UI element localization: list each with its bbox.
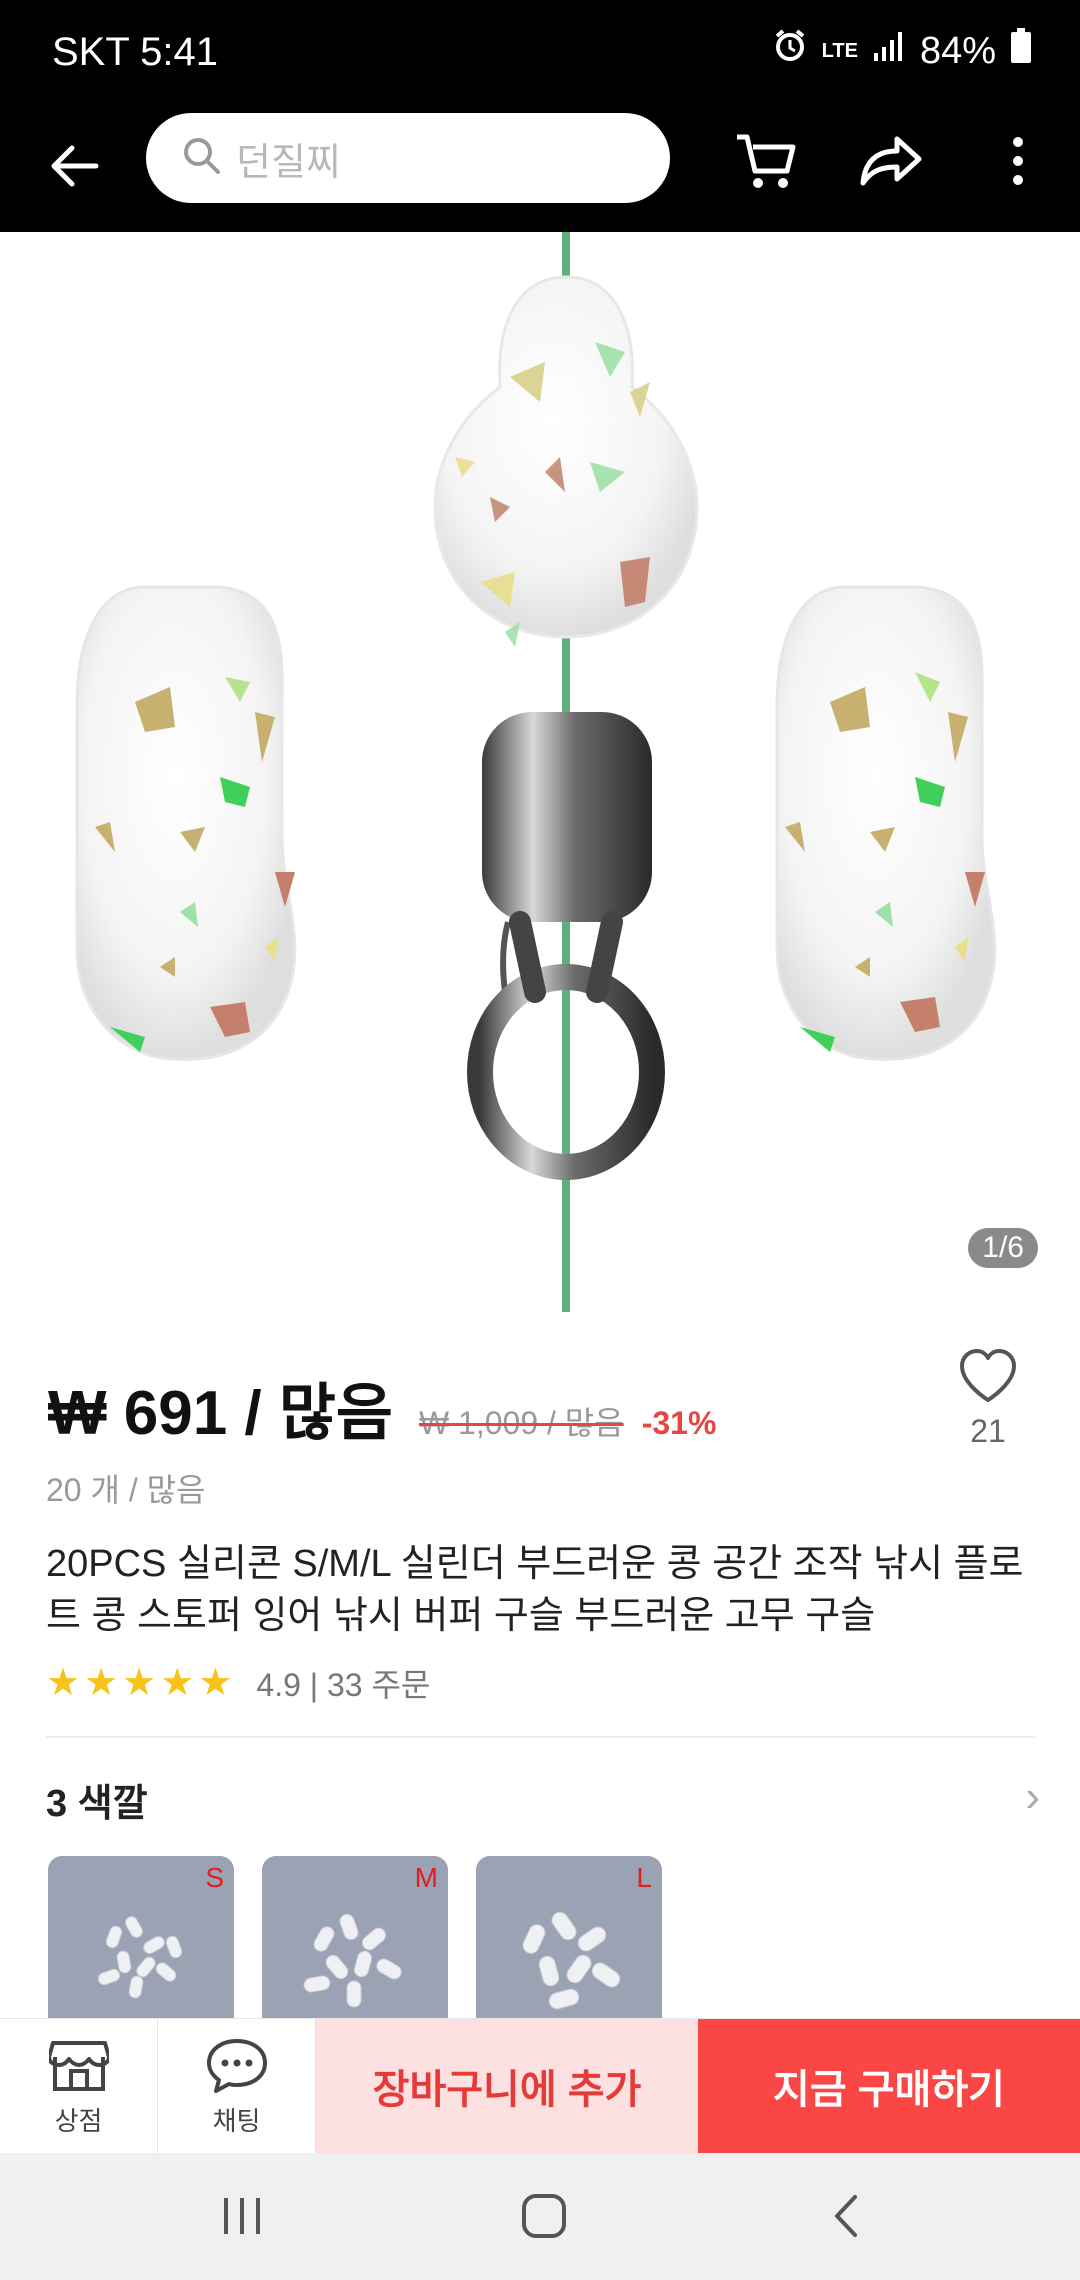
- carrier-time: SKT 5:41: [52, 30, 219, 74]
- status-bar: SKT 5:41 LTE 84%: [0, 0, 1080, 105]
- star-icon: ★: [84, 1662, 119, 1704]
- add-to-cart-button[interactable]: 장바구니에 추가: [316, 2019, 698, 2153]
- variant-swatches: S M L: [48, 1856, 662, 2042]
- discount-badge: -31%: [641, 1405, 717, 1441]
- heart-icon: [958, 1349, 1018, 1408]
- chevron-right-icon[interactable]: ›: [1025, 1772, 1040, 1822]
- star-icon: ★: [122, 1662, 157, 1704]
- chat-label: 채팅: [212, 2106, 261, 2136]
- wishlist-button[interactable]: 21: [952, 1348, 1024, 1450]
- divider: [46, 1736, 1036, 1738]
- cart-icon[interactable]: [725, 121, 805, 201]
- share-icon[interactable]: [850, 121, 930, 201]
- alarm-icon: [772, 28, 808, 74]
- back-arrow-icon[interactable]: [40, 131, 110, 201]
- system-nav-bar: [0, 2153, 1080, 2280]
- variant-swatch-l[interactable]: L: [476, 1856, 662, 2042]
- beads-thumbnail-icon: [522, 1911, 621, 2010]
- variant-size-label: L: [636, 1862, 652, 1893]
- star-icon: ★: [46, 1662, 81, 1704]
- variant-swatch-m[interactable]: M: [262, 1856, 448, 2042]
- product-title: 20PCS 실리콘 S/M/L 실린더 부드러운 콩 공간 조작 낚시 플로트 …: [46, 1543, 1024, 1637]
- star-icon: ★: [198, 1662, 233, 1704]
- home-icon[interactable]: [504, 2179, 584, 2253]
- star-icon: ★: [160, 1662, 195, 1704]
- battery-percent: 84%: [919, 29, 996, 72]
- recent-apps-icon[interactable]: [202, 2179, 282, 2253]
- signal-icon: [872, 29, 906, 73]
- chat-icon: [206, 2039, 267, 2093]
- variant-heading[interactable]: 3 색깔: [46, 1772, 148, 1827]
- chat-button[interactable]: 채팅: [158, 2019, 316, 2154]
- rating-row[interactable]: ★ ★ ★ ★ ★ 4.9 | 33 주문: [46, 1660, 430, 1706]
- bottom-action-bar: 상점 채팅 장바구니에 추가 지금 구매하기: [0, 2018, 1080, 2154]
- status-icons: LTE 84%: [772, 28, 1032, 74]
- search-icon: [182, 136, 222, 181]
- battery-icon: [1010, 28, 1032, 74]
- product-image[interactable]: [0, 232, 1080, 1312]
- price-row: ₩ 691 / 많음 ₩ 1,009 / 많음 -31%: [48, 1362, 716, 1452]
- store-label: 상점: [54, 2106, 103, 2136]
- search-placeholder: 던질찌: [236, 141, 341, 184]
- star-rating: ★ ★ ★ ★ ★: [46, 1663, 232, 1703]
- store-icon: [48, 2041, 109, 2091]
- variant-size-label: M: [414, 1862, 438, 1893]
- wishlist-count: 21: [970, 1413, 1006, 1449]
- variant-swatch-s[interactable]: S: [48, 1856, 234, 2042]
- top-toolbar: 던질찌: [0, 105, 1080, 232]
- lte-label: LTE: [821, 40, 858, 62]
- sale-price: ₩ 691 / 많음: [48, 1379, 393, 1448]
- search-input[interactable]: 던질찌: [146, 113, 670, 203]
- rating-text: 4.9 | 33 주문: [256, 1667, 431, 1703]
- nav-back-icon[interactable]: [806, 2179, 886, 2253]
- buy-now-button[interactable]: 지금 구매하기: [698, 2019, 1080, 2153]
- variant-size-label: S: [205, 1862, 224, 1893]
- page-indicator: 1/6: [968, 1228, 1038, 1268]
- unit-info: 20 개 / 많음: [46, 1472, 206, 1508]
- store-button[interactable]: 상점: [0, 2019, 158, 2154]
- more-icon[interactable]: [978, 121, 1058, 201]
- original-price: ₩ 1,009 / 많음: [418, 1405, 624, 1441]
